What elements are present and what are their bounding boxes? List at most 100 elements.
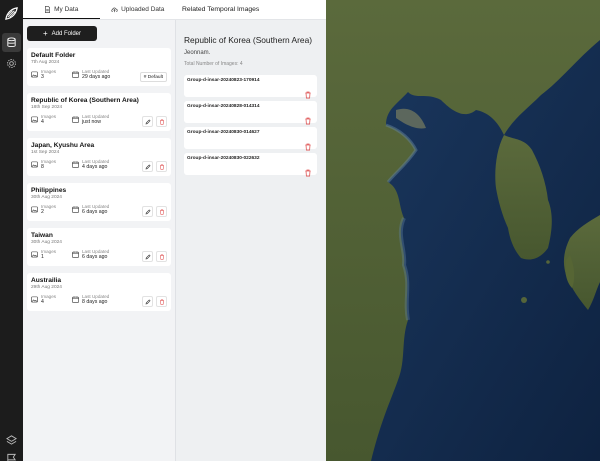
pencil-icon <box>145 163 151 169</box>
edit-folder-button[interactable] <box>142 296 153 307</box>
left-rail <box>0 0 23 461</box>
image-icon <box>31 116 38 123</box>
database-nav-button[interactable] <box>2 33 21 52</box>
folder-date: 30th Aug 2024 <box>31 240 62 245</box>
edit-folder-button[interactable] <box>142 116 153 127</box>
calendar-icon <box>72 296 79 303</box>
folder-updated-stat: Last Updated 6 days ago <box>72 249 109 260</box>
temporal-group-item[interactable]: Group-d-insar-20240828-014314 <box>184 101 317 125</box>
images-count: 1 <box>41 254 44 260</box>
tab-my-data[interactable]: My Data <box>23 0 100 19</box>
layers-icon <box>6 435 17 445</box>
image-icon <box>31 251 38 258</box>
folder-images-stat: Images 3 <box>31 69 56 80</box>
flag-nav-button[interactable] <box>2 449 21 461</box>
delete-folder-button[interactable] <box>156 251 167 262</box>
settings-nav-button[interactable] <box>2 54 21 73</box>
default-badge: # Default <box>139 72 167 82</box>
last-updated-value: 8 days ago <box>82 299 108 305</box>
temporal-group-item[interactable]: Group-d-insar-20240830-014627 <box>184 127 317 151</box>
flag-icon <box>7 453 17 461</box>
related-header: Related Temporal Images <box>176 0 326 20</box>
map-canvas[interactable] <box>326 0 600 461</box>
related-panel: Related Temporal Images Republic of Kore… <box>176 0 326 461</box>
data-panel: My Data Uploaded Data + Add Folder Defau… <box>23 0 176 461</box>
delete-group-button[interactable] <box>304 164 312 177</box>
delete-group-button[interactable] <box>304 138 312 151</box>
folder-title: Japan, Kyushu Area <box>31 142 95 149</box>
folder-updated-stat: Last Updated 29 days ago <box>72 69 110 80</box>
temporal-group-item[interactable]: Group-d-insar-20240830-022632 <box>184 153 317 177</box>
folder-card[interactable]: Austrailia 29th Aug 2024 Images 4 Last Up… <box>27 273 171 311</box>
folder-list: Default Folder 7th Aug 2024 Images 3 Last… <box>27 48 171 318</box>
delete-folder-button[interactable] <box>156 161 167 172</box>
calendar-icon <box>72 116 79 123</box>
last-updated-value: 4 days ago <box>82 164 108 170</box>
images-count: 2 <box>41 209 44 215</box>
folder-title: Austrailia <box>31 277 62 284</box>
group-name: Group-d-insar-20240830-014627 <box>187 130 260 135</box>
last-updated-value: just now <box>82 119 102 125</box>
delete-folder-button[interactable] <box>156 206 167 217</box>
image-icon <box>31 71 38 78</box>
delete-group-button[interactable] <box>304 86 312 99</box>
related-subtitle: Jeonnam. <box>184 50 211 56</box>
trash-icon <box>305 143 311 151</box>
trash-icon <box>305 117 311 125</box>
trash-icon <box>305 169 311 177</box>
folder-card[interactable]: Default Folder 7th Aug 2024 Images 3 Last… <box>27 48 171 86</box>
edit-folder-button[interactable] <box>142 206 153 217</box>
tab-uploaded-data[interactable]: Uploaded Data <box>100 0 177 19</box>
folder-images-stat: Images 1 <box>31 249 56 260</box>
edit-folder-button[interactable] <box>142 161 153 172</box>
delete-group-button[interactable] <box>304 112 312 125</box>
folder-updated-stat: Last Updated 8 days ago <box>72 294 109 305</box>
tab-my-data-label: My Data <box>54 5 79 13</box>
calendar-icon <box>72 251 79 258</box>
last-updated-value: 6 days ago <box>82 209 108 215</box>
calendar-icon <box>72 71 79 78</box>
data-tabs: My Data Uploaded Data <box>23 0 176 20</box>
folder-title: Republic of Korea (Southern Area) <box>31 97 139 104</box>
folder-updated-stat: Last Updated 4 days ago <box>72 159 109 170</box>
folder-date: 29th Aug 2024 <box>31 285 62 290</box>
last-updated-value: 29 days ago <box>82 74 111 80</box>
image-icon <box>31 206 38 213</box>
folder-card[interactable]: Taiwan 30th Aug 2024 Images 1 Last Update… <box>27 228 171 266</box>
folder-date: 1st Sep 2024 <box>31 150 60 155</box>
folder-card[interactable]: Republic of Korea (Southern Area) 18th S… <box>27 93 171 131</box>
delete-folder-button[interactable] <box>156 296 167 307</box>
delete-folder-button[interactable] <box>156 116 167 127</box>
folder-images-stat: Images 4 <box>31 114 56 125</box>
pencil-icon <box>145 118 151 124</box>
folder-card[interactable]: Japan, Kyushu Area 1st Sep 2024 Images 8 … <box>27 138 171 176</box>
satellite-map[interactable] <box>326 0 600 461</box>
add-folder-label: Add Folder <box>51 30 82 37</box>
images-count: 4 <box>41 119 44 125</box>
group-name: Group-d-insar-20240830-022632 <box>187 156 260 161</box>
trash-icon <box>305 91 311 99</box>
folder-title: Default Folder <box>31 52 76 59</box>
temporal-group-item[interactable]: Group-d-insar-20240823-170914 <box>184 75 317 99</box>
pencil-icon <box>145 253 151 259</box>
folder-title: Philippines <box>31 187 67 194</box>
related-title: Republic of Korea (Southern Area) <box>184 35 313 45</box>
related-header-title: Related Temporal Images <box>182 6 260 13</box>
folder-title: Taiwan <box>31 232 53 239</box>
folder-card[interactable]: Philippines 30th Aug 2024 Images 2 Last U… <box>27 183 171 221</box>
image-icon <box>31 161 38 168</box>
trash-icon <box>159 299 164 305</box>
layers-nav-button[interactable] <box>2 430 21 449</box>
folder-images-stat: Images 8 <box>31 159 56 170</box>
images-count: 4 <box>41 299 44 305</box>
pencil-icon <box>145 208 151 214</box>
folder-date: 18th Sep 2024 <box>31 105 63 110</box>
gear-icon <box>7 59 16 68</box>
group-name: Group-d-insar-20240828-014314 <box>187 104 260 109</box>
add-folder-button[interactable]: + Add Folder <box>27 26 97 41</box>
folder-updated-stat: Last Updated just now <box>72 114 109 125</box>
calendar-icon <box>72 161 79 168</box>
file-icon <box>45 5 51 13</box>
images-count: 3 <box>41 74 44 80</box>
edit-folder-button[interactable] <box>142 251 153 262</box>
